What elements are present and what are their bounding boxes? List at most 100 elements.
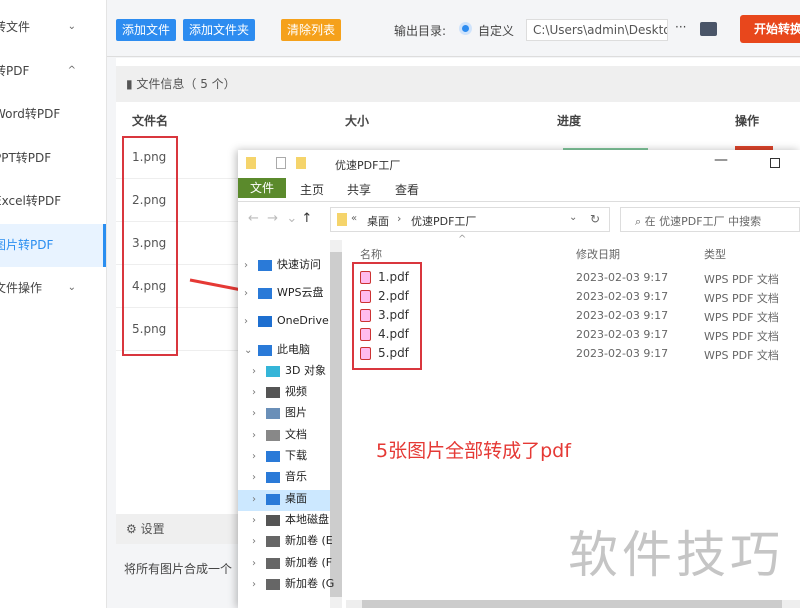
nav-item[interactable]: › 下载	[252, 445, 307, 466]
breadcrumb-sep: ›	[397, 212, 402, 225]
output-path-input[interactable]: C:\Users\admin\Deskto	[526, 19, 668, 41]
chevron-right-icon[interactable]: ›	[244, 283, 258, 304]
nav-icon	[266, 493, 280, 505]
label: 转PDF	[0, 64, 30, 78]
nav-item[interactable]: › WPS云盘	[244, 282, 324, 303]
chevron-down-icon[interactable]: ⌄	[569, 212, 577, 223]
gear-icon: ⚙	[126, 522, 141, 536]
col-date[interactable]: 修改日期	[576, 246, 620, 262]
chevron-right-icon[interactable]: ›	[252, 425, 266, 446]
tab-file[interactable]: 文件	[238, 178, 286, 198]
nav-label: 桌面	[285, 492, 307, 505]
chevron-right-icon[interactable]: ›	[252, 510, 266, 531]
folder-icon	[246, 157, 256, 169]
maximize-button[interactable]	[770, 158, 780, 168]
nav-icon	[258, 259, 272, 271]
properties-icon	[276, 157, 286, 169]
sidebar-item-to-pdf[interactable]: 转PDF ^	[0, 51, 106, 91]
nav-item[interactable]: › 快速访问	[244, 254, 321, 275]
sidebar-item-excel-to-pdf[interactable]: Excel转PDF	[0, 181, 106, 221]
nav-label: 3D 对象	[285, 364, 326, 377]
chevron-down-icon: ⌄	[67, 21, 76, 32]
col-name[interactable]: 名称	[360, 246, 382, 262]
col-action: 操作	[735, 114, 760, 128]
custom-radio[interactable]	[459, 22, 472, 35]
address-bar[interactable]: « 桌面 › 优速PDF工厂 ⌄ ↻	[330, 207, 610, 232]
minimize-button[interactable]: —	[714, 152, 728, 168]
chevron-right-icon[interactable]: ›	[252, 531, 266, 552]
nav-label: 下载	[285, 449, 307, 462]
nav-item[interactable]: › 本地磁盘	[252, 509, 329, 530]
sidebar-item-word-to-pdf[interactable]: Word转PDF	[0, 94, 106, 134]
nav-label: 新加卷 (F	[285, 556, 333, 569]
nav-icon	[258, 315, 272, 327]
nav-label: 新加卷 (E	[285, 534, 333, 547]
nav-label: 快速访问	[277, 258, 321, 271]
file-date: 2023-02-03 9:17	[576, 328, 669, 341]
clear-list-button[interactable]: 清除列表	[281, 19, 342, 41]
start-convert-button[interactable]: 开始转换	[740, 15, 800, 43]
nav-item[interactable]: › 新加卷 (E	[252, 530, 333, 551]
sidebar-item-convert-file[interactable]: 转文件 ⌄	[0, 7, 106, 47]
folder-icon[interactable]	[700, 22, 717, 36]
more-button[interactable]: ···	[675, 20, 686, 34]
nav-item[interactable]: › 新加卷 (F	[252, 552, 332, 573]
sidebar-item-image-to-pdf[interactable]: 图片转PDF	[0, 224, 106, 267]
nav-item[interactable]: › 图片	[252, 402, 307, 423]
nav-label: 音乐	[285, 470, 307, 483]
file-type: WPS PDF 文档	[704, 292, 779, 305]
h-scrollbar[interactable]	[346, 600, 800, 608]
nav-item[interactable]: › 3D 对象	[252, 360, 326, 381]
file-date: 2023-02-03 9:17	[576, 347, 669, 360]
add-file-button[interactable]: 添加文件	[116, 19, 177, 41]
tab-home[interactable]: 主页	[300, 181, 324, 198]
nav-item[interactable]: › 新加卷 (G	[252, 573, 334, 594]
chevron-right-icon[interactable]: ›	[252, 574, 266, 595]
search-input[interactable]: ⌕ 在 优速PDF工厂 中搜索	[620, 207, 800, 232]
nav-item[interactable]: › 音乐	[252, 466, 307, 487]
nav-item[interactable]: › 桌面	[252, 488, 307, 509]
tab-view[interactable]: 查看	[395, 181, 419, 198]
chevron-right-icon[interactable]: ›	[244, 255, 258, 276]
refresh-icon[interactable]: ↻	[590, 212, 600, 226]
add-folder-button[interactable]: 添加文件夹	[183, 19, 256, 41]
sidebar: 转文件 ⌄ 转PDF ^ Word转PDF PPT转PDF Excel转PDF 图片…	[0, 0, 107, 608]
file-date: 2023-02-03 9:17	[576, 271, 669, 284]
breadcrumb-desktop[interactable]: 桌面	[367, 213, 389, 229]
chevron-down-icon[interactable]: ⌄	[244, 340, 258, 361]
col-progress: 进度	[557, 114, 582, 128]
breadcrumb-folder[interactable]: 优速PDF工厂	[411, 213, 476, 229]
chevron-right-icon[interactable]: ›	[252, 467, 266, 488]
settings-title: 设置	[140, 522, 165, 536]
tab-share[interactable]: 共享	[347, 181, 371, 198]
chevron-right-icon[interactable]: ›	[252, 403, 266, 424]
breadcrumb-overflow[interactable]: «	[351, 213, 357, 224]
file-type: WPS PDF 文档	[704, 349, 779, 362]
chevron-right-icon[interactable]: ›	[252, 553, 266, 574]
col-type[interactable]: 类型	[704, 246, 726, 262]
chevron-up-icon: ^	[67, 65, 76, 76]
nav-icon	[258, 344, 272, 356]
chevron-right-icon[interactable]: ›	[252, 361, 266, 382]
nav-item[interactable]: › OneDrive	[244, 310, 329, 331]
sidebar-item-file-ops[interactable]: 文件操作 ⌄	[0, 268, 106, 308]
chevron-right-icon[interactable]: ›	[252, 446, 266, 467]
chevron-right-icon[interactable]: ›	[252, 382, 266, 403]
file-date: 2023-02-03 9:17	[576, 309, 669, 322]
nav-icon	[266, 450, 280, 462]
file-info-title: 文件信息（ 5 个）	[136, 77, 236, 91]
nav-label: OneDrive	[277, 314, 329, 327]
nav-item[interactable]: ⌄ 此电脑	[244, 339, 310, 360]
nav-icon	[266, 407, 280, 419]
nav-label: 本地磁盘	[285, 513, 329, 526]
label: 转文件	[0, 20, 31, 34]
chevron-right-icon[interactable]: ›	[252, 489, 266, 510]
nav-item[interactable]: › 文档	[252, 424, 307, 445]
file-type: WPS PDF 文档	[704, 273, 779, 286]
col-filename: 文件名	[132, 114, 169, 128]
nav-arrows[interactable]: ← → ⌄ ↑	[248, 211, 312, 226]
sidebar-item-ppt-to-pdf[interactable]: PPT转PDF	[0, 138, 106, 178]
chevron-right-icon[interactable]: ›	[244, 311, 258, 332]
document-icon: ▮	[126, 77, 137, 91]
nav-item[interactable]: › 视频	[252, 381, 307, 402]
